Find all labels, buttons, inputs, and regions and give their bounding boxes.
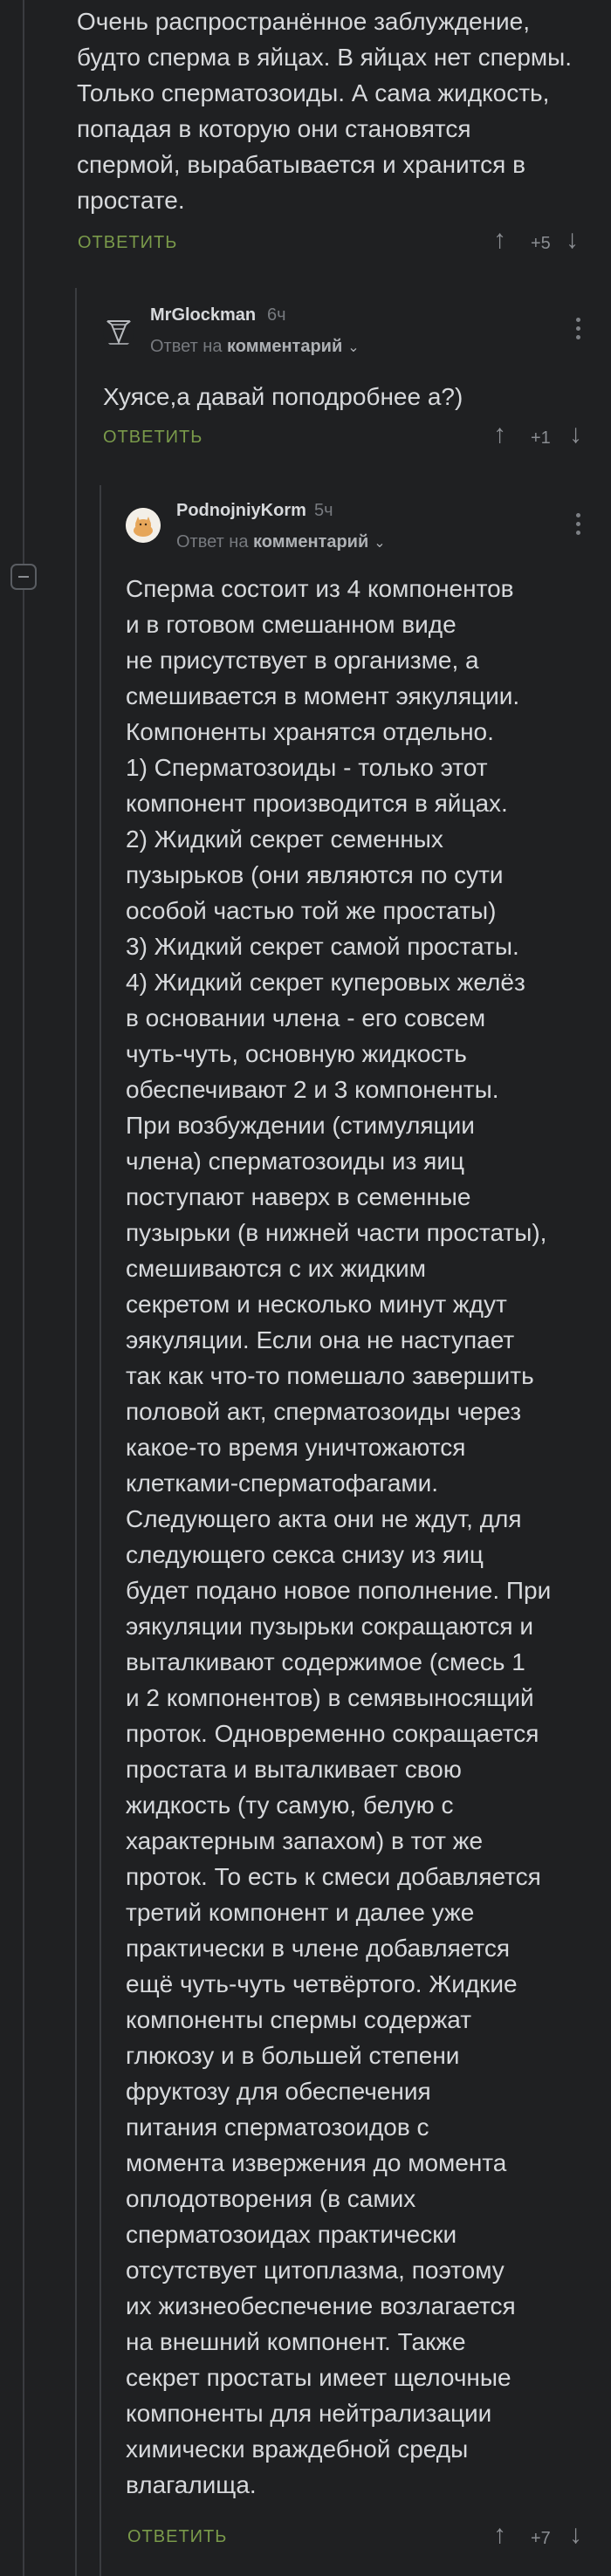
thread-line-level1 [75,288,77,2576]
avatar[interactable] [103,316,134,347]
reply-to-target-link[interactable]: комментарий [227,337,342,356]
reply-to-target-link[interactable]: комментарий [253,532,368,552]
upvote-icon[interactable]: ↑ [493,225,506,255]
upvote-icon[interactable]: ↑ [493,2520,506,2550]
reply-button[interactable]: ОТВЕТИТЬ [127,2527,227,2547]
more-options-icon[interactable] [576,318,583,344]
collapse-thread-button[interactable] [10,564,37,590]
thread-line-level2 [100,485,101,2576]
reply-to-line: Ответ на комментарий ⌄ [150,337,360,357]
more-options-icon[interactable] [576,513,583,539]
comment-text: Очень распространённое заблуждение, будт… [77,8,573,214]
comment-rating: +1 [531,428,551,448]
chevron-down-icon[interactable]: ⌄ [347,340,359,355]
comment-rating: +5 [531,234,551,253]
thread-line-outer [23,0,24,564]
comment-rating: +7 [531,2529,551,2548]
reply-button[interactable]: ОТВЕТИТЬ [103,428,203,448]
comment-time: 6ч [267,305,286,325]
username[interactable]: MrGlockman [150,305,256,325]
avatar-cat-icon [126,508,161,543]
comment-time: 5ч [314,501,333,520]
thread-line-outer [23,590,24,2576]
reply-button[interactable]: ОТВЕТИТЬ [78,233,177,253]
reply-to-prefix: Ответ на [150,337,228,356]
avatar-logo-icon [103,316,134,347]
chevron-down-icon[interactable]: ⌄ [374,536,385,551]
reply-to-line: Ответ на комментарий ⌄ [176,532,386,552]
comment-text: Сперма состоит из 4 компонентов и в гото… [126,575,552,2498]
downvote-icon[interactable]: ↓ [569,2520,582,2550]
upvote-icon[interactable]: ↑ [493,420,506,449]
username[interactable]: PodnojniyKorm [176,501,306,521]
downvote-icon[interactable]: ↓ [566,225,579,255]
reply-to-prefix: Ответ на [176,532,254,552]
downvote-icon[interactable]: ↓ [569,420,582,449]
comment-text: Хуясе,а давай поподробнее а?) [103,383,463,410]
avatar[interactable] [126,508,161,543]
